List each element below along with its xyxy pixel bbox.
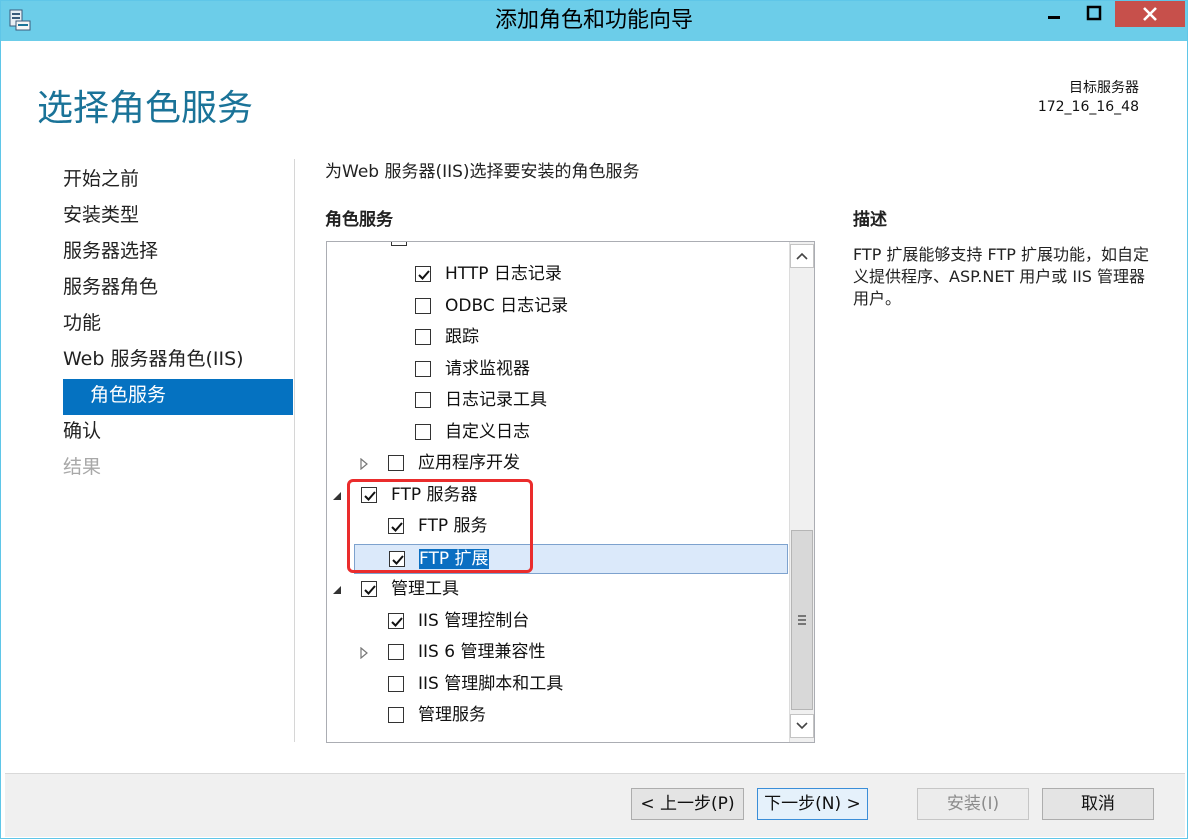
tree-item-text: 请求监视器	[445, 358, 530, 379]
tree-item-label: 日志记录工具	[445, 388, 547, 412]
checkbox-unchecked[interactable]	[415, 360, 431, 377]
window-title: 添加角色和功能向导	[494, 8, 693, 33]
tree-item[interactable]: 跟踪	[327, 323, 789, 353]
destination-value: 172_16_16_48	[1037, 99, 1139, 115]
wizard-content: 选择角色服务 目标服务器 172_16_16_48 开始之前 安装类型 服务器选…	[5, 41, 1185, 773]
tree-item-text: IIS 管理脚本和工具	[418, 673, 564, 694]
tree-item-text: 跟踪	[445, 327, 479, 347]
tree-item-label: 请求监视器	[445, 357, 530, 381]
tree-item[interactable]: IIS 管理脚本和工具	[327, 670, 789, 700]
checkbox-unchecked[interactable]	[415, 297, 431, 314]
cancel-button[interactable]: 取消	[1042, 788, 1154, 820]
nav-item-server-roles[interactable]: 服务器角色	[63, 271, 293, 307]
tree-item-label: 跟踪	[445, 325, 479, 349]
description-header: 描述	[853, 210, 887, 230]
checkbox-unchecked[interactable]	[415, 423, 431, 440]
minimize-button[interactable]	[1035, 1, 1073, 27]
expanded-arrow-icon[interactable]	[331, 584, 343, 596]
description-text: FTP 扩展能够支持 FTP 扩展功能，如自定义提供程序、ASP.NET 用户或…	[853, 245, 1149, 308]
tree-item-label: 应用程序开发	[418, 451, 520, 475]
tree-item-label: IIS 6 管理兼容性	[418, 640, 545, 664]
collapsed-arrow-icon[interactable]	[358, 647, 370, 659]
tree-item-label: 自定义日志	[445, 420, 530, 444]
grip-icon	[798, 615, 806, 625]
nav-item-role-services[interactable]: 角色服务	[63, 379, 293, 415]
tree-item-text: IIS 管理控制台	[418, 610, 530, 631]
tree-item[interactable]: 请求监视器	[327, 355, 789, 385]
nav-item-features[interactable]: 功能	[63, 307, 293, 343]
tree-item[interactable]: IIS 6 管理兼容性	[327, 638, 789, 668]
nav-item-installation-type[interactable]: 安装类型	[63, 199, 293, 235]
wizard-window: 添加角色和功能向导 选择角色服务 目标服务器 172_16_16_48 开始之前…	[0, 0, 1188, 839]
wizard-footer: < 上一步(P) 下一步(N) > 安装(I) 取消	[5, 773, 1185, 837]
tree-item-text: 管理工具	[391, 579, 459, 599]
tree-item-text: 应用程序开发	[418, 453, 520, 473]
previous-button[interactable]: < 上一步(P)	[631, 788, 744, 820]
title-bar[interactable]: 添加角色和功能向导	[1, 1, 1187, 41]
destination-label: 目标服务器	[1069, 80, 1139, 96]
close-button[interactable]	[1115, 1, 1185, 27]
next-button[interactable]: 下一步(N) >	[757, 788, 868, 820]
maximize-icon	[1086, 5, 1102, 21]
wizard-nav: 开始之前 安装类型 服务器选择 服务器角色 功能 Web 服务器角色(IIS) …	[63, 163, 293, 487]
checkbox-unchecked[interactable]	[388, 675, 404, 692]
expanded-arrow-icon[interactable]	[331, 490, 343, 502]
scroll-down-button[interactable]	[790, 714, 814, 738]
tree-item-text: 管理服务	[418, 705, 486, 725]
checkbox-unchecked[interactable]	[415, 329, 431, 345]
tree-item-text: IIS 6 管理兼容性	[418, 642, 546, 662]
maximize-button[interactable]	[1075, 1, 1113, 27]
instruction-text: 为Web 服务器(IIS)选择要安装的角色服务	[325, 162, 640, 182]
nav-item-server-selection[interactable]: 服务器选择	[63, 235, 293, 271]
tree-item-text: HTTP 日志记录	[445, 264, 562, 284]
tree-item-label: IIS 管理控制台	[418, 609, 529, 633]
checkbox-checked[interactable]	[361, 581, 377, 597]
checkmark-icon	[364, 585, 376, 595]
tree-item[interactable]: 日志记录工具	[327, 386, 789, 416]
chevron-up-icon	[796, 252, 808, 260]
tree-item-label: HTTP 日志记录	[445, 262, 562, 286]
tree-item[interactable]: 管理工具	[327, 575, 789, 605]
tree-item-label: 管理服务	[418, 703, 486, 727]
checkbox-checked[interactable]	[415, 266, 431, 282]
tree-item[interactable]: ODBC 日志记录	[327, 292, 789, 322]
tree-item[interactable]: 自定义日志	[327, 418, 789, 448]
destination-server: 目标服务器 172_16_16_48	[1038, 79, 1139, 117]
annotation-highlight-box	[347, 479, 533, 573]
close-icon	[1143, 7, 1157, 21]
nav-item-results: 结果	[63, 456, 102, 478]
chevron-down-icon	[796, 722, 808, 730]
tree-item-text: 日志记录工具	[445, 390, 547, 410]
nav-item-web-server-role[interactable]: Web 服务器角色(IIS)	[63, 343, 293, 379]
checkbox-unchecked[interactable]	[415, 392, 431, 408]
tree-item-label: IIS 管理脚本和工具	[418, 672, 563, 696]
tree-item[interactable]: 应用程序开发	[327, 449, 789, 479]
checkbox-unchecked[interactable]	[388, 644, 404, 660]
nav-item-before-you-begin[interactable]: 开始之前	[63, 163, 293, 199]
tree-item-label: 管理工具	[391, 577, 459, 601]
page-title: 选择角色服务	[37, 88, 254, 129]
checkmark-icon	[391, 616, 403, 627]
tree-scrollbar[interactable]	[789, 242, 814, 742]
checkbox-unchecked[interactable]	[388, 707, 404, 723]
install-button: 安装(I)	[917, 788, 1029, 820]
tree-item-label: ODBC 日志记录	[445, 294, 568, 318]
tree-item-text: ODBC 日志记录	[445, 295, 569, 316]
minimize-icon	[1048, 16, 1060, 19]
scroll-thumb[interactable]	[791, 530, 813, 710]
checkbox-unchecked[interactable]	[388, 455, 404, 471]
tree-item[interactable]: 管理服务	[327, 701, 789, 731]
checkbox-partial-icon	[391, 242, 407, 246]
nav-item-confirmation[interactable]: 确认	[63, 415, 293, 451]
checkbox-checked[interactable]	[388, 612, 404, 629]
scroll-up-button[interactable]	[790, 244, 814, 268]
tree-item-text: 自定义日志	[445, 421, 530, 442]
tree-item[interactable]: HTTP 日志记录	[327, 260, 789, 290]
tree-item[interactable]: IIS 管理控制台	[327, 607, 789, 637]
role-services-header: 角色服务	[325, 210, 393, 230]
nav-divider	[294, 159, 295, 742]
collapsed-arrow-icon[interactable]	[358, 458, 370, 470]
checkmark-icon	[418, 270, 430, 280]
